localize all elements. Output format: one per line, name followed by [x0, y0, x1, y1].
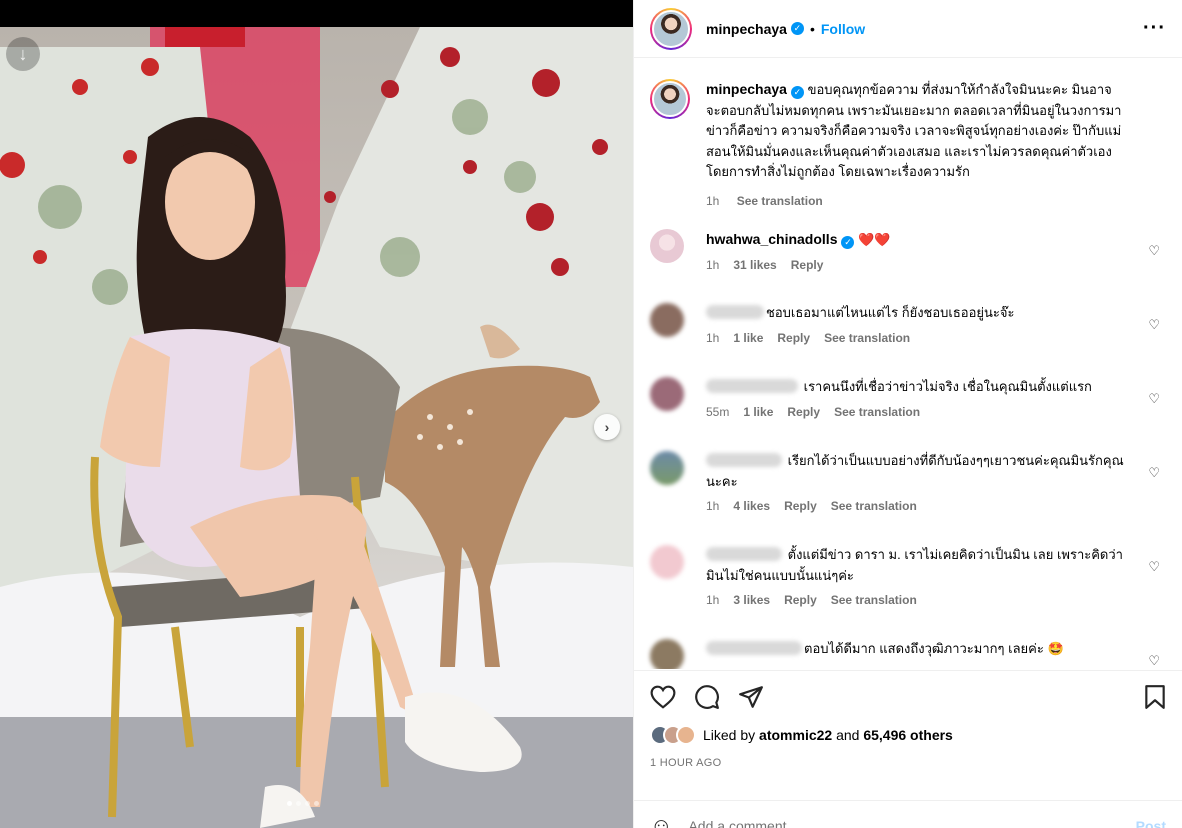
- commenter-avatar[interactable]: [650, 545, 684, 579]
- blurred-username: [706, 453, 782, 467]
- comment-like-heart-icon[interactable]: ♡: [1148, 243, 1160, 259]
- verified-icon: ✓: [790, 85, 804, 99]
- post-header: minpechaya ✓ • Follow ···: [634, 0, 1182, 58]
- comment-item: ชอบเธอมาแต่ไหนแต่ไร ก็ยังชอบเธออยู่นะจ๊ะ…: [650, 303, 1166, 348]
- comment-like-heart-icon[interactable]: ♡: [1148, 653, 1160, 669]
- caption-avatar[interactable]: [650, 79, 690, 119]
- bookmark-icon[interactable]: [1144, 684, 1166, 715]
- likes-summary: Liked by atommic22 and 65,496 others: [650, 725, 1166, 745]
- caption-time: 1h: [706, 193, 720, 208]
- commenter-avatar[interactable]: [650, 377, 684, 411]
- see-translation-link[interactable]: See translation: [831, 499, 917, 513]
- comment-item: ตอบได้ดีมาก แสดงถึงวุฒิภาวะมากๆ เลยค่ะ 🤩…: [650, 639, 1166, 669]
- carousel-dot: [296, 801, 301, 806]
- download-icon[interactable]: ↓: [6, 37, 40, 71]
- post-panel: minpechaya ✓ • Follow ··· minpechaya ✓ ขอ…: [633, 0, 1182, 828]
- blurred-username: [706, 547, 782, 561]
- comment-time: 1h: [706, 499, 720, 513]
- post-actions: Liked by atommic22 and 65,496 others 1 H…: [634, 670, 1182, 769]
- reply-button[interactable]: Reply: [784, 499, 817, 513]
- comment-time: 1h: [706, 257, 720, 272]
- reply-button[interactable]: Reply: [777, 331, 810, 345]
- likes-others[interactable]: 65,496 others: [863, 727, 953, 743]
- comment-likes[interactable]: 31 likes: [733, 258, 776, 272]
- carousel-dot: [314, 801, 319, 806]
- author-username[interactable]: minpechaya: [706, 21, 787, 37]
- comment-item: hwahwa_chinadolls ✓ ❤️❤️ 1h 31 likes Reply …: [650, 229, 1166, 275]
- comment-like-heart-icon[interactable]: ♡: [1148, 465, 1160, 481]
- share-icon[interactable]: [738, 685, 764, 714]
- verified-icon: ✓: [790, 22, 804, 35]
- comment-icon[interactable]: [694, 684, 720, 715]
- comments-list[interactable]: minpechaya ✓ ขอบคุณทุกข้อความ ที่ส่งมาให้…: [634, 59, 1182, 669]
- comment-like-heart-icon[interactable]: ♡: [1148, 391, 1160, 407]
- reply-button[interactable]: Reply: [791, 258, 824, 272]
- commenter-avatar[interactable]: [650, 639, 684, 669]
- comment-time: 55m: [706, 404, 730, 419]
- heart-icon[interactable]: [650, 685, 676, 714]
- blurred-username: [706, 379, 798, 393]
- reply-button[interactable]: Reply: [787, 405, 820, 419]
- post-media: ↓ ›: [0, 0, 633, 828]
- liked-by-user[interactable]: atommic22: [759, 727, 832, 743]
- post-timestamp: 1 HOUR AGO: [650, 757, 722, 769]
- comment-text: เราคนนึงที่เชื่อว่าข่าวไม่จริง เชื่อในคุ…: [803, 379, 1092, 394]
- carousel-dots: [287, 801, 319, 806]
- liked-by-prefix: Liked by: [703, 727, 756, 743]
- add-comment-bar: ☺ Add a comment... Post: [634, 800, 1182, 828]
- blurred-username: [706, 641, 802, 655]
- see-translation-link[interactable]: See translation: [824, 331, 910, 345]
- liker-avatar: [676, 725, 696, 745]
- dot-separator: •: [809, 20, 815, 37]
- commenter-avatar[interactable]: [650, 229, 684, 263]
- caption-username[interactable]: minpechaya: [706, 81, 787, 97]
- comment-likes[interactable]: 4 likes: [733, 499, 770, 513]
- author-avatar[interactable]: [650, 7, 692, 50]
- comment-time: 1h: [706, 330, 720, 345]
- next-arrow-icon[interactable]: ›: [594, 414, 620, 440]
- comment-item: เราคนนึงที่เชื่อว่าข่าวไม่จริง เชื่อในคุ…: [650, 377, 1166, 422]
- verified-icon: ✓: [841, 235, 855, 249]
- comment-likes[interactable]: 1 like: [743, 405, 773, 419]
- more-icon[interactable]: ···: [1143, 17, 1166, 40]
- comment-item: เรียกได้ว่าเป็นแบบอย่างที่ดีกับน้องๆๆเยา…: [650, 451, 1166, 517]
- comment-like-heart-icon[interactable]: ♡: [1148, 317, 1160, 333]
- blurred-username: [706, 305, 764, 319]
- comment-text: ตอบได้ดีมาก แสดงถึงวุฒิภาวะมากๆ เลยค่ะ 🤩: [804, 641, 1064, 656]
- commenter-avatar[interactable]: [650, 451, 684, 485]
- carousel-dot: [287, 801, 292, 806]
- comment-text: ชอบเธอมาแต่ไหนแต่ไร ก็ยังชอบเธออยู่นะจ๊ะ: [766, 305, 1015, 320]
- commenter-avatar[interactable]: [650, 303, 684, 337]
- comment-like-heart-icon[interactable]: ♡: [1148, 559, 1160, 575]
- see-translation-link[interactable]: See translation: [834, 405, 920, 419]
- post-button[interactable]: Post: [1136, 818, 1166, 828]
- post-photo[interactable]: [0, 27, 633, 828]
- reply-button[interactable]: Reply: [784, 593, 817, 607]
- comment-likes[interactable]: 1 like: [733, 331, 763, 345]
- add-comment-input[interactable]: Add a comment...: [688, 818, 798, 828]
- see-translation-link[interactable]: See translation: [737, 194, 823, 208]
- comment-item: ตั้งแต่มีข่าว ดารา ม. เราไม่เคยคิดว่าเป็…: [650, 545, 1166, 611]
- follow-button[interactable]: Follow: [821, 21, 865, 37]
- see-translation-link[interactable]: See translation: [831, 593, 917, 607]
- emoji-icon[interactable]: ☺: [650, 813, 672, 828]
- post-caption: minpechaya ✓ ขอบคุณทุกข้อความ ที่ส่งมาให้…: [634, 59, 1182, 211]
- photo-illustration: [0, 27, 633, 828]
- liked-by-and: and: [836, 727, 860, 743]
- commenter-username[interactable]: hwahwa_chinadolls: [706, 231, 837, 247]
- comment-likes[interactable]: 3 likes: [733, 593, 770, 607]
- comment-time: 1h: [706, 593, 720, 607]
- comment-text: ❤️❤️: [858, 232, 891, 247]
- carousel-dot: [305, 801, 310, 806]
